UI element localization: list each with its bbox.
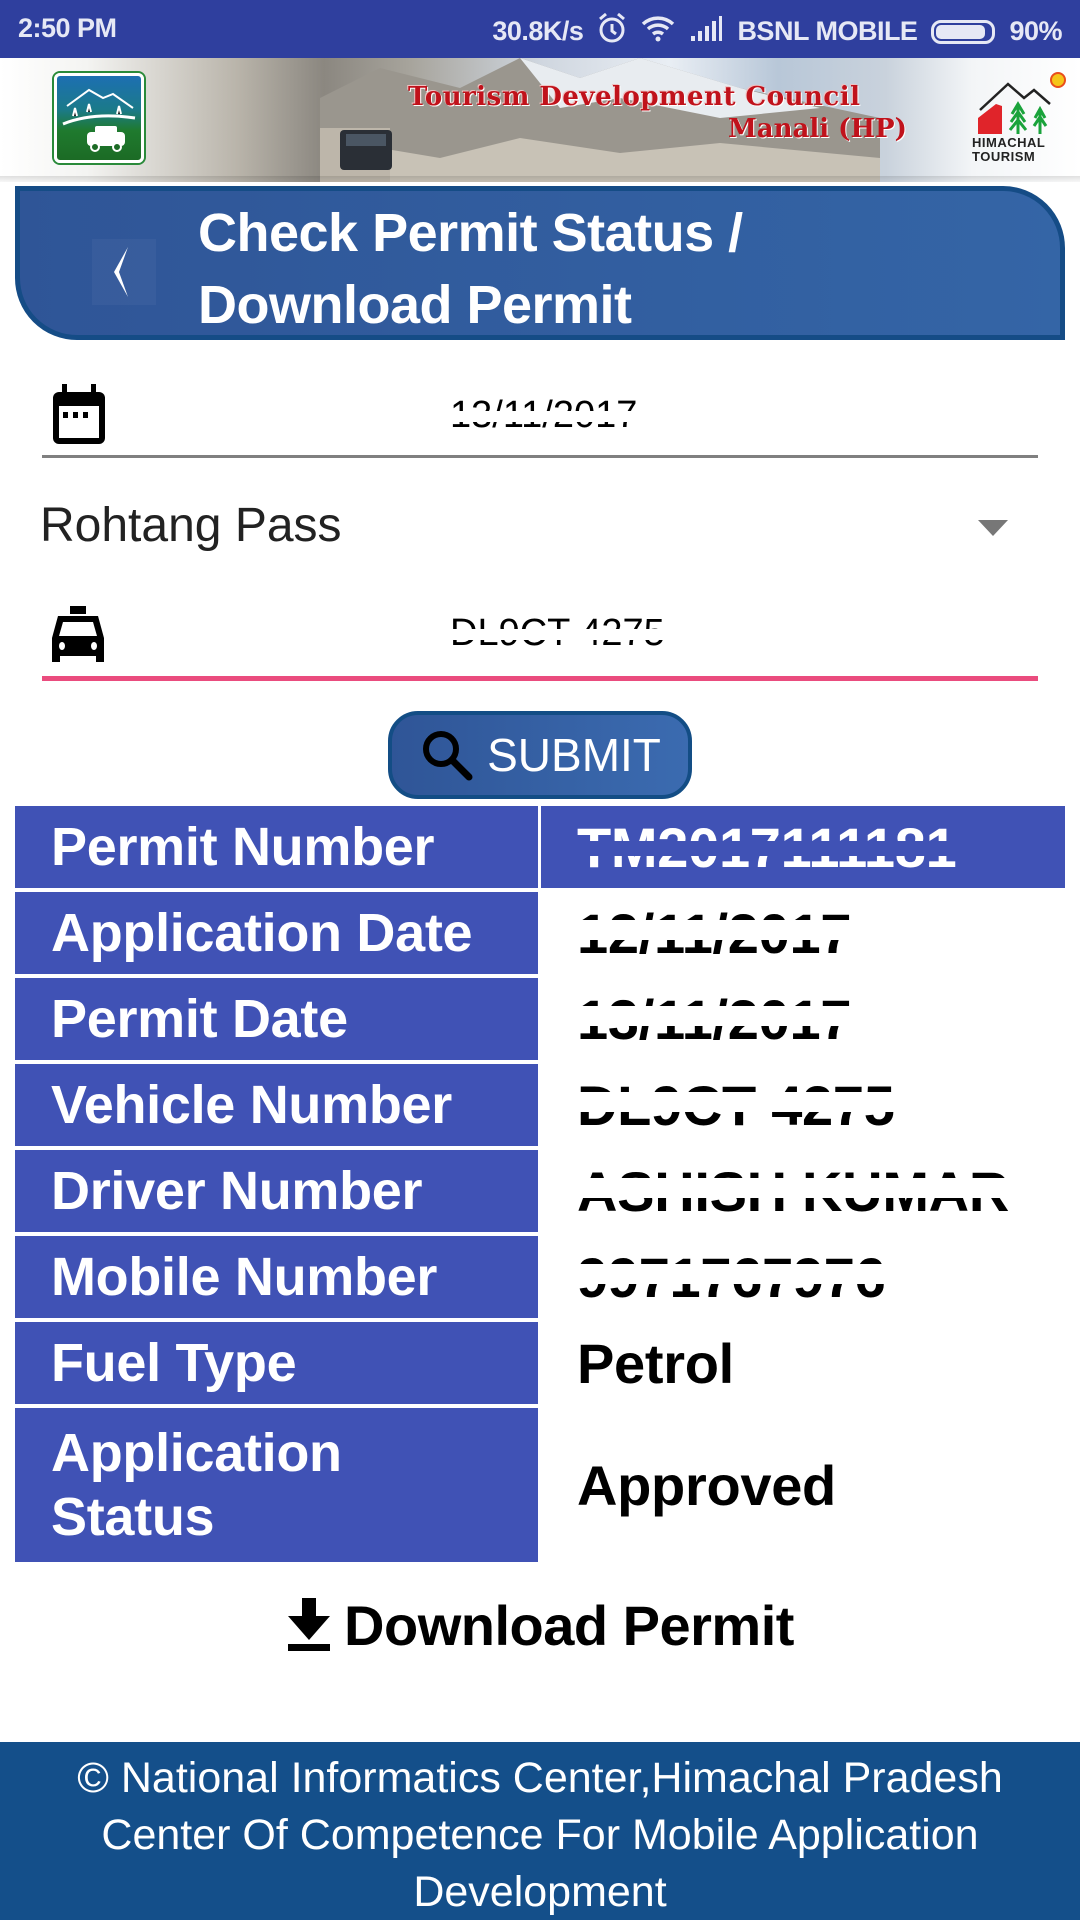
- vehicle-underline-focused: [42, 676, 1038, 681]
- footer-line2: Center Of Competence For Mobile Applicat…: [101, 1811, 979, 1859]
- table-row-value: Approved: [541, 1408, 1065, 1562]
- chevron-left-icon: [114, 247, 128, 297]
- himachal-tourism-text: HIMACHAL TOURISM: [972, 136, 1045, 164]
- status-bar: 2:50 PM 30.8K/s BSNL MOBILE 90%: [0, 0, 1080, 58]
- logo-text-himachal: HIMACHAL: [972, 135, 1046, 150]
- date-underline: [42, 455, 1038, 458]
- table-row-value: TM2017111181: [541, 806, 1065, 888]
- footer: © National Informatics Center,Himachal P…: [0, 1742, 1080, 1920]
- footer-line3: Development: [413, 1868, 667, 1916]
- table-row-label: Driver Number: [15, 1150, 538, 1232]
- table-value-text: DL9CT 4275: [571, 1073, 901, 1137]
- banner-title-line2: Manali (HP): [728, 114, 907, 144]
- submit-button[interactable]: SUBMIT: [388, 711, 692, 799]
- table-value-text: Petrol: [577, 1331, 734, 1395]
- submit-label: SUBMIT: [487, 729, 661, 781]
- back-button[interactable]: [92, 239, 156, 305]
- table-row-label: Vehicle Number: [15, 1064, 538, 1146]
- taxi-icon: [52, 606, 104, 662]
- table-row-label: Permit Number: [15, 806, 538, 888]
- download-icon: [288, 1598, 331, 1651]
- wifi-icon: [641, 14, 675, 49]
- download-permit-label: Download Permit: [344, 1593, 794, 1657]
- download-permit-button[interactable]: Download Permit: [0, 1585, 1080, 1665]
- date-value: 13/11/2017: [445, 394, 642, 437]
- calendar-icon: [53, 384, 105, 444]
- destination-selected: Rohtang Pass: [40, 499, 342, 552]
- table-row-value: 12/11/2017: [541, 892, 1065, 974]
- page-title: Check Permit Status / Download Permit: [198, 197, 743, 341]
- banner-title-line1: Tourism Development Council: [408, 82, 861, 112]
- table-row-label: Application Status: [15, 1408, 538, 1562]
- table-value-text: ASHISH KUMAR: [571, 1159, 1015, 1223]
- alarm-icon: [597, 12, 627, 51]
- vehicle-value: DL9CT 4275: [446, 612, 669, 655]
- table-row-value: DL9CT 4275: [541, 1064, 1065, 1146]
- table-value-text: 12/11/2017: [570, 901, 858, 965]
- page-title-line2: Download Permit: [198, 275, 632, 335]
- network-speed: 30.8K/s: [492, 16, 584, 46]
- table-row-value: 13/11/2017: [541, 978, 1065, 1060]
- table-value-text: 13/11/2017: [570, 987, 858, 1051]
- carrier-name: BSNL MOBILE: [737, 16, 918, 46]
- table-row-label: Fuel Type: [15, 1322, 538, 1404]
- date-text: 13/11/2017: [445, 394, 642, 436]
- logo-text-tourism: TOURISM: [972, 149, 1036, 164]
- footer-line1: © National Informatics Center,Himachal P…: [77, 1754, 1003, 1802]
- page-title-bar: Check Permit Status / Download Permit: [15, 186, 1065, 340]
- vehicle-number-field[interactable]: DL9CT 4275: [42, 600, 1038, 676]
- page-title-line1: Check Permit Status /: [198, 203, 743, 263]
- search-icon: [423, 731, 473, 781]
- signal-icon: [689, 14, 723, 49]
- table-row-label: Mobile Number: [15, 1236, 538, 1318]
- table-value-text: TM2017111181: [572, 815, 961, 879]
- battery-fill: [936, 24, 986, 39]
- table-row-value: 9971767976: [541, 1236, 1065, 1318]
- table-value-text: 9971767976: [570, 1245, 892, 1309]
- battery-icon: [931, 19, 996, 44]
- table-row-value: ASHISH KUMAR: [541, 1150, 1065, 1232]
- tdc-logo: [54, 73, 144, 163]
- date-field[interactable]: 13/11/2017: [42, 380, 1038, 458]
- banner-shadow: [0, 176, 1080, 182]
- table-value-text: Approved: [577, 1453, 836, 1517]
- dropdown-arrow-icon: [978, 520, 1008, 536]
- battery-percent: 90%: [1009, 16, 1062, 46]
- table-row-label: Permit Date: [15, 978, 538, 1060]
- vehicle-text: DL9CT 4275: [446, 612, 669, 654]
- header-banner: Tourism Development Council Manali (HP) …: [0, 58, 1080, 182]
- status-right: 30.8K/s BSNL MOBILE 90%: [492, 12, 1062, 51]
- status-time: 2:50 PM: [18, 13, 117, 43]
- table-row-label: Application Date: [15, 892, 538, 974]
- destination-spinner[interactable]: Rohtang Pass: [0, 490, 1080, 570]
- table-row-value: Petrol: [541, 1322, 1065, 1404]
